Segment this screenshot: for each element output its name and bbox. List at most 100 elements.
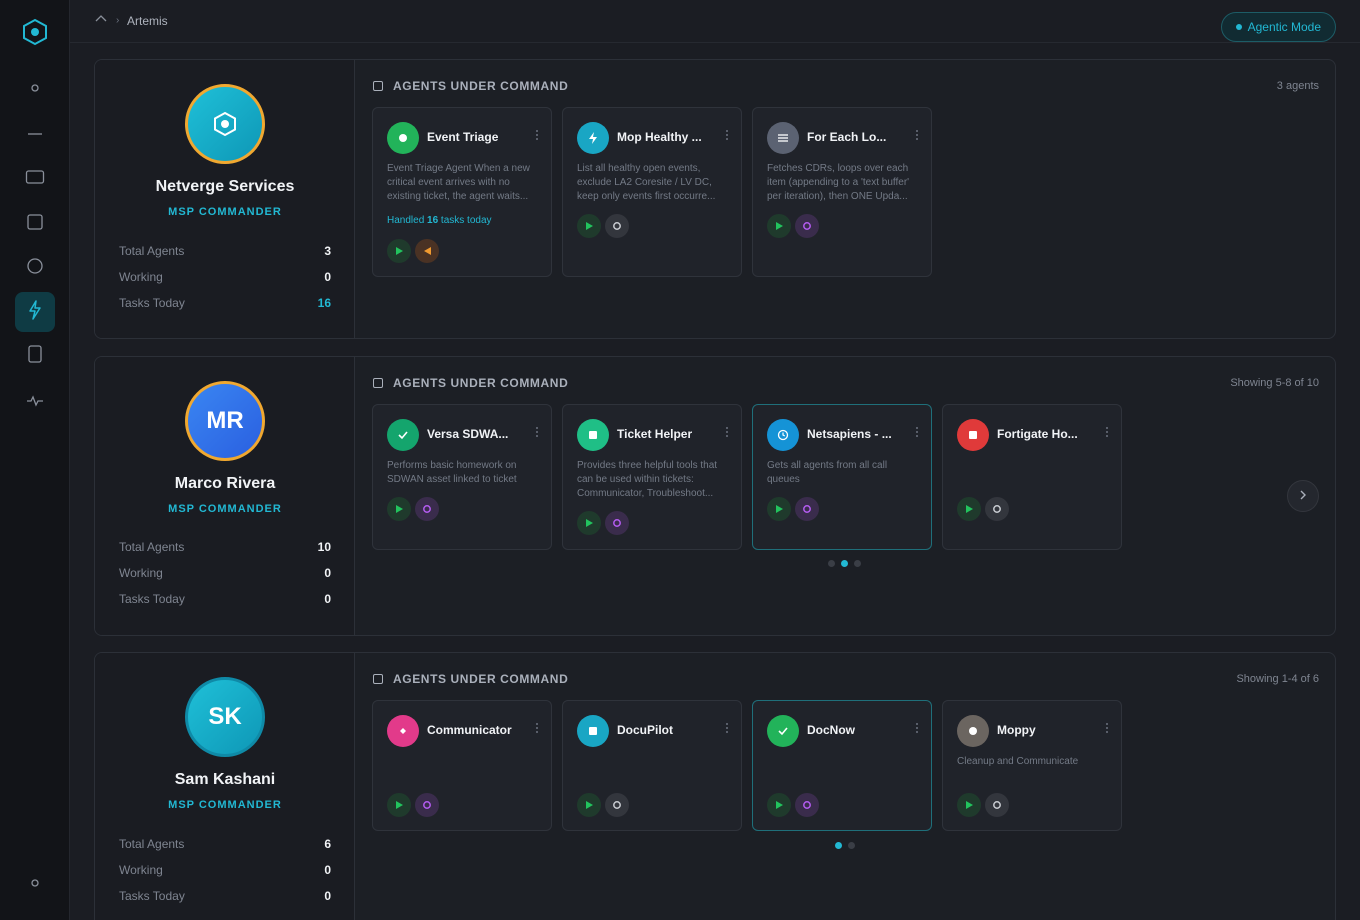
small-circle-icon xyxy=(30,80,40,98)
pagination-dot-active[interactable] xyxy=(841,560,848,567)
agent-title: Netsapiens - ... xyxy=(807,427,892,441)
ring-icon[interactable] xyxy=(795,497,819,521)
avatar xyxy=(185,84,265,164)
play-icon[interactable] xyxy=(767,214,791,238)
stat-working: Working 0 xyxy=(119,270,331,284)
ring-icon[interactable] xyxy=(605,511,629,535)
ring-icon[interactable] xyxy=(795,214,819,238)
sidebar-item-document[interactable] xyxy=(15,336,55,376)
dot-icon xyxy=(957,715,989,747)
pagination-dot-active[interactable] xyxy=(835,842,842,849)
breadcrumb-separator: › xyxy=(116,15,120,26)
pagination-dot[interactable] xyxy=(854,560,861,567)
minus-icon xyxy=(27,123,43,141)
agent-title: DocuPilot xyxy=(617,723,673,737)
ring-icon[interactable] xyxy=(605,793,629,817)
ring-icon[interactable] xyxy=(605,214,629,238)
spark-icon xyxy=(387,715,419,747)
more-vertical-icon[interactable] xyxy=(1105,723,1109,735)
stat-working: Working 0 xyxy=(119,863,331,877)
more-vertical-icon[interactable] xyxy=(535,723,539,735)
agent-description xyxy=(957,459,1109,473)
agent-actions xyxy=(957,793,1009,817)
breadcrumb-current: Artemis xyxy=(127,14,168,28)
megaphone-icon[interactable] xyxy=(415,239,439,263)
play-icon[interactable] xyxy=(577,511,601,535)
more-vertical-icon[interactable] xyxy=(725,130,729,142)
play-icon[interactable] xyxy=(767,497,791,521)
agent-description: List all healthy open events, exclude LA… xyxy=(577,163,716,202)
ring-icon[interactable] xyxy=(985,497,1009,521)
commander-name: Netverge Services xyxy=(155,178,295,195)
dot-icon xyxy=(387,122,419,154)
check-icon xyxy=(387,419,419,451)
agent-card[interactable]: Communicator xyxy=(372,700,552,831)
agent-actions xyxy=(577,793,629,817)
agents-count: Showing 5-8 of 10 xyxy=(1230,377,1319,389)
agent-title: Fortigate Ho... xyxy=(997,427,1078,441)
play-icon[interactable] xyxy=(387,497,411,521)
sidebar-item-dot[interactable] xyxy=(15,69,55,109)
play-icon[interactable] xyxy=(387,793,411,817)
pagination-dots xyxy=(828,560,861,567)
pagination-dot[interactable] xyxy=(848,842,855,849)
more-vertical-icon[interactable] xyxy=(1105,427,1109,439)
agent-card[interactable]: Moppy Cleanup and Communicate xyxy=(942,700,1122,831)
more-vertical-icon[interactable] xyxy=(725,427,729,439)
sidebar-item-minus[interactable] xyxy=(15,112,55,152)
agent-card[interactable]: DocNow xyxy=(752,700,932,831)
agentic-mode-button[interactable]: Agentic Mode xyxy=(1220,12,1336,42)
agent-card[interactable]: Mop Healthy ... List all healthy open ev… xyxy=(562,107,742,277)
agent-card[interactable]: Versa SDWA... Performs basic homework on… xyxy=(372,404,552,550)
play-icon[interactable] xyxy=(957,793,981,817)
play-icon[interactable] xyxy=(767,793,791,817)
ring-icon[interactable] xyxy=(795,793,819,817)
more-vertical-icon[interactable] xyxy=(535,130,539,142)
ring-icon[interactable] xyxy=(415,497,439,521)
agent-actions xyxy=(387,793,439,817)
play-icon[interactable] xyxy=(387,239,411,263)
sidebar-item-settings[interactable] xyxy=(15,864,55,904)
sidebar-item-screen[interactable] xyxy=(15,159,55,199)
agent-description: Gets all agents from all call queues xyxy=(767,460,888,485)
agent-handled-tasks: Handled 16 tasks today xyxy=(387,215,492,226)
agent-card[interactable]: Netsapiens - ... Gets all agents from al… xyxy=(752,404,932,550)
more-vertical-icon[interactable] xyxy=(915,130,919,142)
agent-card[interactable]: Fortigate Ho... xyxy=(942,404,1122,550)
bolt-icon xyxy=(26,299,44,325)
agentic-mode-label: Agentic Mode xyxy=(1247,20,1321,34)
home-icon[interactable] xyxy=(94,12,108,24)
agent-title: DocNow xyxy=(807,723,855,737)
play-icon[interactable] xyxy=(957,497,981,521)
sidebar-item-circle[interactable] xyxy=(15,248,55,288)
more-vertical-icon[interactable] xyxy=(725,723,729,735)
agent-card[interactable]: Event Triage Event Triage Agent When a n… xyxy=(372,107,552,277)
ring-icon[interactable] xyxy=(415,793,439,817)
commander-section: Netverge Services MSP COMMANDER Total Ag… xyxy=(94,59,1336,339)
agent-card[interactable]: DocuPilot xyxy=(562,700,742,831)
hexagon-logo-icon[interactable] xyxy=(22,18,48,46)
monitor-icon xyxy=(25,169,45,190)
play-icon[interactable] xyxy=(577,793,601,817)
next-page-button[interactable] xyxy=(1287,480,1319,512)
ring-icon[interactable] xyxy=(985,793,1009,817)
box-icon xyxy=(373,81,383,91)
agent-description: Cleanup and Communicate xyxy=(957,756,1079,767)
sidebar-item-square[interactable] xyxy=(15,204,55,244)
pagination-dot[interactable] xyxy=(828,560,835,567)
agent-actions xyxy=(387,239,439,263)
agent-actions xyxy=(767,214,819,238)
agents-header: AGENTS UNDER COMMAND xyxy=(373,79,568,93)
commander-section: MR Marco Rivera MSP COMMANDER Total Agen… xyxy=(94,356,1336,636)
more-vertical-icon[interactable] xyxy=(535,427,539,439)
agents-count: 3 agents xyxy=(1276,80,1319,92)
play-icon[interactable] xyxy=(577,214,601,238)
square-icon xyxy=(26,213,44,236)
status-dot-icon xyxy=(1235,24,1242,30)
agent-card[interactable]: For Each Lo... Fetches CDRs, loops over … xyxy=(752,107,932,277)
sidebar-item-activity[interactable] xyxy=(15,383,55,423)
agent-card[interactable]: Ticket Helper Provides three helpful too… xyxy=(562,404,742,550)
more-vertical-icon[interactable] xyxy=(915,427,919,439)
more-vertical-icon[interactable] xyxy=(915,723,919,735)
sidebar-item-agents[interactable] xyxy=(15,292,55,332)
